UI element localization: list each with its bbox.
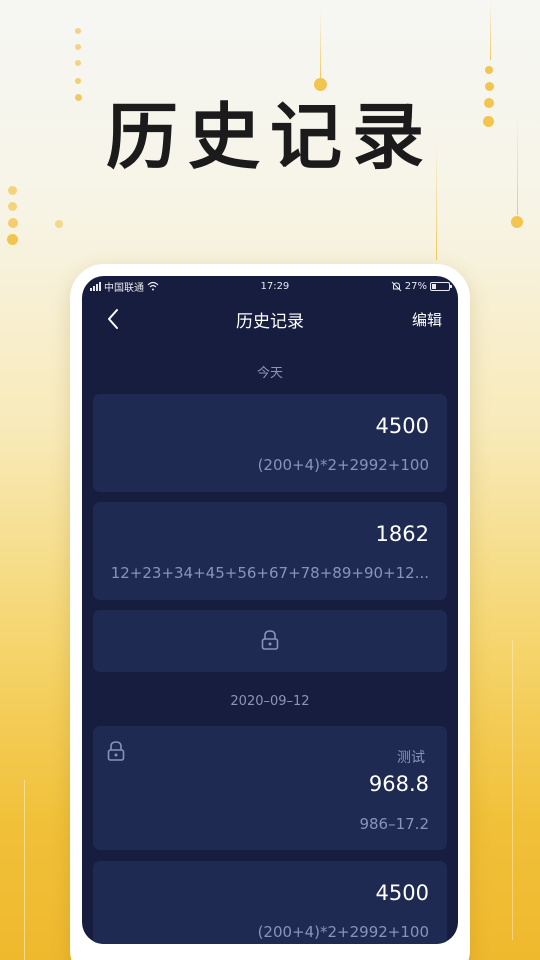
locked-history-record[interactable] <box>93 610 447 672</box>
status-bar: 中国联通 17:29 27% <box>82 276 458 296</box>
record-result: 1862 <box>375 522 429 546</box>
carrier-label: 中国联通 <box>104 282 144 294</box>
section-label-today: 今天 <box>256 366 283 381</box>
lock-icon <box>107 741 125 761</box>
back-button[interactable] <box>100 306 126 332</box>
wifi-icon <box>147 281 159 291</box>
signal-icon <box>90 281 101 291</box>
history-record[interactable]: 测试 968.8 986–17.2 <box>93 726 447 850</box>
record-result: 4500 <box>375 414 429 438</box>
section-label-date: 2020–09–12 <box>230 694 310 709</box>
chevron-left-icon <box>108 309 118 329</box>
record-result: 4500 <box>375 881 429 905</box>
history-record[interactable]: 4500 (200+4)*2+2992+100 <box>93 861 447 944</box>
record-expression: 12+23+34+45+56+67+78+89+90+12... <box>110 564 429 582</box>
record-result: 968.8 <box>368 772 429 796</box>
page-headline: 历史记录 <box>105 95 434 179</box>
lock-icon <box>261 630 279 650</box>
nav-title: 历史记录 <box>236 311 304 332</box>
phone-screen: 中国联通 17:29 27% 历史记录 编辑 今天 4500 (200+4)*2… <box>82 276 458 944</box>
history-record[interactable]: 1862 12+23+34+45+56+67+78+89+90+12... <box>93 502 447 600</box>
record-expression: (200+4)*2+2992+100 <box>257 923 429 941</box>
battery-icon <box>430 281 452 291</box>
nav-bar: 历史记录 编辑 <box>82 296 458 342</box>
status-time: 17:29 <box>260 280 290 292</box>
battery-percent: 27% <box>404 280 427 292</box>
history-record[interactable]: 4500 (200+4)*2+2992+100 <box>93 394 447 492</box>
record-tag: 测试 <box>397 750 425 766</box>
record-expression: (200+4)*2+2992+100 <box>257 456 429 474</box>
record-expression: 986–17.2 <box>359 815 429 833</box>
edit-button[interactable]: 编辑 <box>412 309 442 330</box>
alarm-off-icon <box>391 281 402 291</box>
